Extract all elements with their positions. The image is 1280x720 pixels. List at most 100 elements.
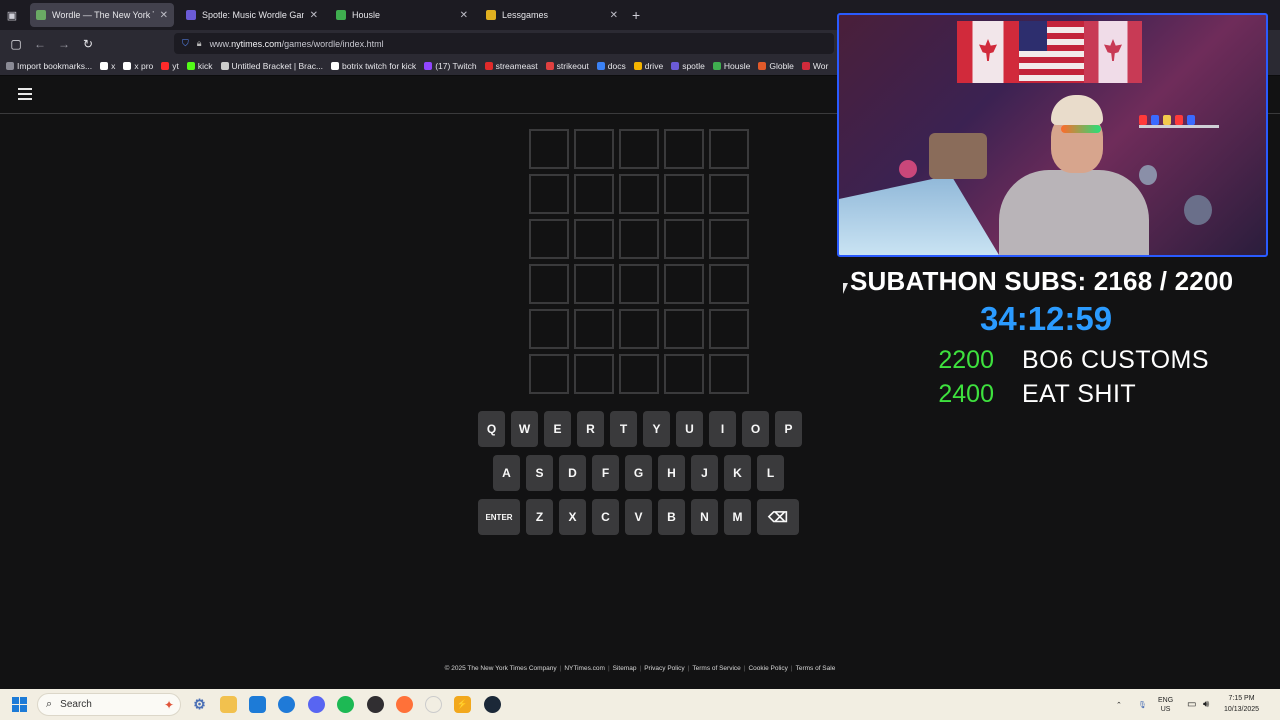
close-tab-icon[interactable]: ✕ [160,10,168,21]
key-y[interactable]: Y [643,411,670,447]
footer-link[interactable]: Terms of Service [692,665,740,672]
back-button[interactable]: ← [28,30,52,57]
file-explorer-icon[interactable] [220,696,237,713]
pinned-app-icon[interactable]: ⚡ [454,696,471,713]
goal-row: 2400 EAT SHIT [932,380,1136,409]
letter-tile [709,129,749,169]
tab-list-button[interactable]: ▣ [0,0,24,30]
letter-tile [619,309,659,349]
key-a[interactable]: A [493,455,520,491]
microphone-icon[interactable]: 🎙︎ [1138,689,1147,720]
footer-link[interactable]: Privacy Policy [644,665,684,672]
key-w[interactable]: W [511,411,538,447]
key-d[interactable]: D [559,455,586,491]
footer-link[interactable]: Sitemap [613,665,637,672]
bookmark-item[interactable]: Import bookmarks... [6,61,92,71]
key-o[interactable]: O [742,411,769,447]
footer-link[interactable]: Terms of Sale [796,665,836,672]
bookmark-item[interactable]: Wor [801,61,829,71]
bookmark-item[interactable]: yt [161,61,179,71]
volume-icon[interactable]: 🔊︎ [1203,689,1209,720]
goal-number: 2200 [938,346,994,374]
key-v[interactable]: V [625,499,652,535]
discord-icon[interactable] [308,696,325,713]
bookmark-favicon-icon [220,62,229,70]
url-domain: nytimes.com [231,38,282,49]
microsoft-store-icon[interactable] [249,696,266,713]
key-f[interactable]: F [592,455,619,491]
key-x[interactable]: X [559,499,586,535]
bookmark-item[interactable]: spotle [671,61,705,71]
sidebar-toggle-icon[interactable]: ▢ [4,30,28,57]
bookmark-item[interactable]: (17) Twitch [424,61,477,71]
key-s[interactable]: S [526,455,553,491]
key-n[interactable]: N [691,499,718,535]
taskbar-clock[interactable]: 7:15 PM 10/13/2025 [1224,693,1259,715]
taskbar-search[interactable]: ⌕ Search ✦ [37,693,181,716]
network-icon[interactable]: ▭ [1187,689,1196,720]
key-z[interactable]: Z [526,499,553,535]
key-r[interactable]: R [577,411,604,447]
obs-icon[interactable] [367,696,384,713]
steam-icon[interactable] [484,696,501,713]
bookmark-item[interactable]: Globle [758,61,794,71]
footer-link[interactable]: Cookie Policy [748,665,787,672]
bookmark-favicon-icon [596,62,605,70]
spotify-icon[interactable] [337,696,354,713]
key-k[interactable]: K [724,455,751,491]
bookmark-item[interactable]: x [100,61,115,71]
bookmark-item[interactable]: strikeout [545,61,589,71]
backspace-key[interactable]: ⌫ [757,499,799,535]
bookmark-item[interactable]: docs [596,61,626,71]
firefox-icon[interactable] [396,696,413,713]
search-placeholder: Search [60,699,92,710]
key-p[interactable]: P [775,411,802,447]
key-i[interactable]: I [709,411,736,447]
browser-tab[interactable]: Housle ✕ [330,3,474,27]
bookmark-item[interactable]: drive [633,61,663,71]
shield-icon[interactable]: ⛉ [182,38,189,49]
bookmark-item[interactable]: Untitled Bracket | Brac... [220,61,323,71]
key-t[interactable]: T [610,411,637,447]
browser-tab[interactable]: Wordle — The New York Times ✕ [30,3,174,27]
letter-tile [574,174,614,214]
language-indicator[interactable]: ENG US [1158,689,1173,720]
key-e[interactable]: E [544,411,571,447]
key-u[interactable]: U [676,411,703,447]
letter-tile [709,354,749,394]
goal-text: EAT SHIT [1022,380,1137,408]
key-c[interactable]: C [592,499,619,535]
address-bar[interactable]: ⛉ 🔒︎ www.nytimes.com/games/wordle/index.… [174,33,834,54]
bookmark-item[interactable]: botrix twitch for kick [331,61,416,71]
footer-link[interactable]: NYTimes.com [564,665,605,672]
clock-app-icon[interactable] [425,696,442,713]
key-l[interactable]: L [757,455,784,491]
key-g[interactable]: G [625,455,652,491]
show-hidden-icons[interactable]: ⌃ [1116,689,1122,720]
start-button[interactable] [12,697,27,712]
bookmark-item[interactable]: x pro [123,61,153,71]
bookmark-item[interactable]: Housle [712,61,750,71]
reload-button[interactable]: ↻ [76,30,100,57]
new-tab-button[interactable]: + [632,7,640,23]
key-j[interactable]: J [691,455,718,491]
browser-tab[interactable]: Spotle: Music Wordle Game ✕ [180,3,324,27]
close-tab-icon[interactable]: ✕ [610,10,618,21]
forward-button[interactable]: → [52,30,76,57]
browser-tab[interactable]: Lessgames ✕ [480,3,624,27]
menu-icon[interactable] [18,88,32,100]
key-q[interactable]: Q [478,411,505,447]
enter-key[interactable]: ENTER [478,499,520,535]
close-tab-icon[interactable]: ✕ [460,10,468,21]
bookmark-label: Wor [812,61,829,71]
close-tab-icon[interactable]: ✕ [310,10,318,21]
key-m[interactable]: M [724,499,751,535]
subathon-timer: 34:12:59 [980,300,1113,337]
edge-icon[interactable] [278,696,295,713]
key-h[interactable]: H [658,455,685,491]
bookmark-item[interactable]: kick [186,61,213,71]
bookmark-item[interactable]: streameast [484,61,538,71]
letter-tile [619,264,659,304]
key-b[interactable]: B [658,499,685,535]
settings-app-icon[interactable]: ⚙ [191,696,208,713]
